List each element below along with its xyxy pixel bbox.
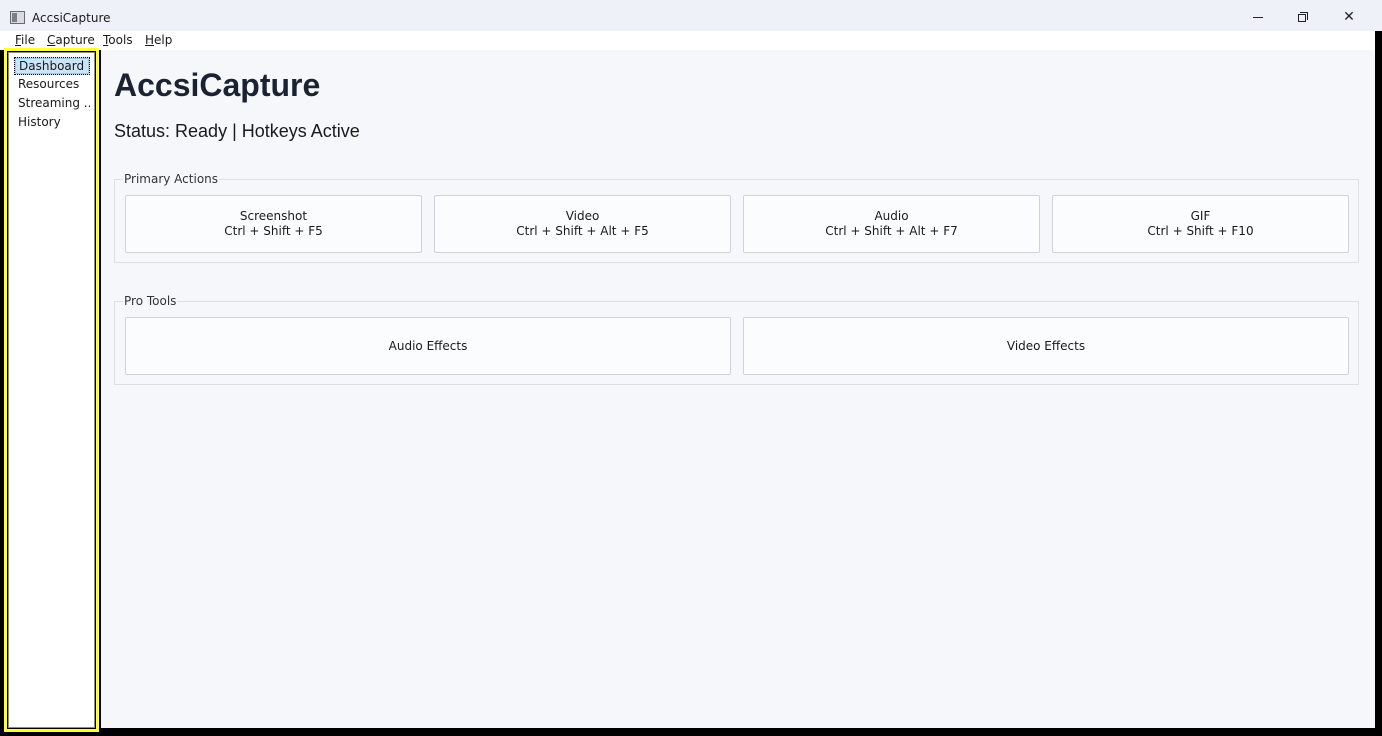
primary-actions-group: Primary Actions Screenshot Ctrl + Shift … [114,172,1359,263]
button-label: Video [565,209,600,223]
gif-button[interactable]: GIF Ctrl + Shift + F10 [1052,195,1349,253]
audio-button[interactable]: Audio Ctrl + Shift + Alt + F7 [743,195,1040,253]
button-hotkey: Ctrl + Shift + F10 [1147,224,1254,238]
menu-file[interactable]: File [15,33,35,47]
button-label: Screenshot [239,209,308,223]
button-label: Audio Effects [388,338,468,353]
sidebar-item-resources[interactable]: Resources [14,76,90,94]
menu-help[interactable]: Help [145,33,172,47]
screenshot-button[interactable]: Screenshot Ctrl + Shift + F5 [125,195,422,253]
page-title: AccsiCapture [114,67,321,103]
pro-tools-legend: Pro Tools [123,294,178,308]
button-label: Video Effects [1006,338,1086,353]
button-hotkey: Ctrl + Shift + Alt + F7 [825,224,958,238]
sidebar-item-history[interactable]: History [14,114,90,132]
minimize-button[interactable] [1235,4,1281,30]
close-button[interactable]: ✕ [1326,4,1372,30]
audio-effects-button[interactable]: Audio Effects [125,317,731,375]
menu-tools[interactable]: Tools [103,33,133,47]
menu-capture[interactable]: Capture [47,33,95,47]
minimize-icon [1253,16,1263,18]
sidebar-list[interactable]: Dashboard Resources Streaming ... Histor… [8,52,95,728]
sidebar: Dashboard Resources Streaming ... Histor… [4,48,99,732]
button-hotkey: Ctrl + Shift + F5 [224,224,323,238]
title-bar: AccsiCapture ✕ [0,0,1382,31]
status-text: Status: Ready | Hotkeys Active [114,121,360,141]
button-label: Audio [874,209,909,223]
main-panel: AccsiCapture Status: Ready | Hotkeys Act… [101,50,1375,728]
video-button[interactable]: Video Ctrl + Shift + Alt + F5 [434,195,731,253]
primary-actions-legend: Primary Actions [123,172,220,186]
close-icon: ✕ [1343,9,1355,25]
button-label: GIF [1190,209,1211,223]
window-title: AccsiCapture [32,11,111,25]
menu-bar: File Capture Tools Help [0,31,1375,50]
button-hotkey: Ctrl + Shift + Alt + F5 [516,224,649,238]
app-icon [10,11,25,24]
restore-button[interactable] [1280,4,1326,30]
sidebar-item-streaming[interactable]: Streaming ... [14,95,90,113]
sidebar-item-dashboard[interactable]: Dashboard [14,57,90,75]
video-effects-button[interactable]: Video Effects [743,317,1349,375]
restore-icon [1298,12,1308,22]
pro-tools-group: Pro Tools Audio Effects Video Effects [114,294,1359,385]
